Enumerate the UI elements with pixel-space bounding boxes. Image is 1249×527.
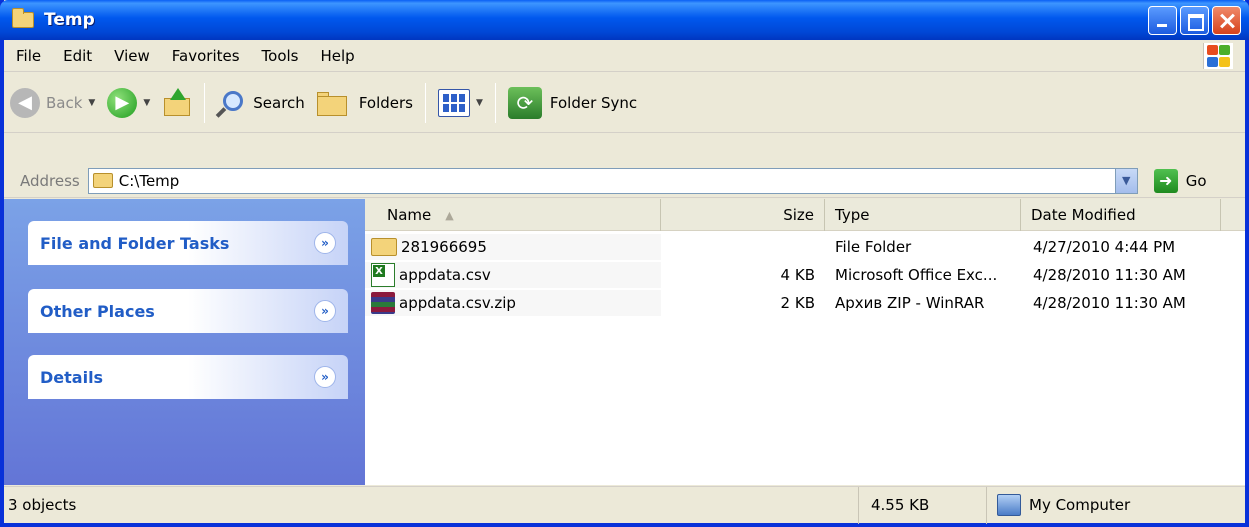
chevron-down-icon[interactable]: ▼ bbox=[143, 98, 150, 108]
file-name: appdata.csv bbox=[399, 266, 491, 284]
file-row[interactable]: appdata.csv 4 KB Microsoft Office Exc...… bbox=[365, 262, 1245, 288]
folder-icon bbox=[371, 238, 397, 256]
window-title: Temp bbox=[44, 10, 95, 30]
address-value: C:\Temp bbox=[118, 171, 180, 190]
menu-bar: File Edit View Favorites Tools Help bbox=[4, 40, 1245, 72]
title-bar[interactable]: Temp bbox=[0, 0, 1249, 40]
back-arrow-icon: ◀ bbox=[10, 87, 40, 118]
file-name: appdata.csv.zip bbox=[399, 294, 516, 312]
toolbar-spacer bbox=[4, 134, 1245, 164]
column-type[interactable]: Type bbox=[825, 199, 1021, 231]
task-title: File and Folder Tasks bbox=[40, 233, 230, 253]
go-arrow-icon: ➜ bbox=[1153, 168, 1178, 193]
menu-file[interactable]: File bbox=[16, 47, 41, 65]
forward-arrow-icon: ▶ bbox=[107, 87, 138, 118]
views-button[interactable]: ▼ bbox=[432, 79, 489, 127]
menu-help[interactable]: Help bbox=[321, 47, 355, 65]
column-name[interactable]: Name ▲ bbox=[365, 199, 661, 231]
task-details[interactable]: Details » bbox=[28, 355, 348, 399]
views-icon bbox=[437, 88, 470, 117]
expand-icon[interactable]: » bbox=[314, 300, 336, 322]
column-type-label: Type bbox=[835, 206, 870, 224]
column-size[interactable]: Size bbox=[661, 199, 825, 231]
status-bar: 3 objects 4.55 KB My Computer bbox=[4, 486, 1245, 524]
my-computer-icon bbox=[997, 494, 1021, 516]
status-size: 4.55 KB bbox=[859, 486, 987, 524]
file-type: File Folder bbox=[835, 238, 912, 256]
file-type: Архив ZIP - WinRAR bbox=[835, 294, 985, 312]
expand-icon[interactable]: » bbox=[314, 366, 336, 388]
file-name: 281966695 bbox=[401, 238, 487, 256]
folder-icon bbox=[12, 8, 34, 28]
file-size: 2 KB bbox=[780, 294, 815, 312]
explorer-window: Temp File Edit View Favorites Tools Help… bbox=[0, 0, 1249, 527]
menu-favorites[interactable]: Favorites bbox=[172, 47, 240, 65]
file-list: Name ▲ Size Type Date Modified 281966695… bbox=[365, 199, 1245, 485]
task-title: Details bbox=[40, 367, 104, 387]
address-dropdown-button[interactable]: ▼ bbox=[1114, 168, 1137, 193]
file-date: 4/28/2010 11:30 AM bbox=[1033, 266, 1186, 284]
menu-view[interactable]: View bbox=[114, 47, 150, 65]
chevron-down-icon: ▼ bbox=[1122, 174, 1131, 187]
chevron-down-icon[interactable]: ▼ bbox=[476, 98, 483, 108]
go-button[interactable]: ➜ Go bbox=[1153, 168, 1207, 193]
close-button[interactable] bbox=[1212, 6, 1241, 35]
winrar-icon bbox=[371, 292, 395, 314]
back-button[interactable]: ◀ Back ▼ bbox=[4, 79, 101, 127]
column-header: Name ▲ Size Type Date Modified bbox=[365, 199, 1245, 231]
maximize-button[interactable] bbox=[1180, 6, 1209, 35]
search-label: Search bbox=[253, 93, 305, 112]
file-date: 4/28/2010 11:30 AM bbox=[1033, 294, 1186, 312]
toolbar-separator bbox=[494, 82, 496, 123]
task-file-folder[interactable]: File and Folder Tasks » bbox=[28, 221, 348, 265]
windows-logo-icon bbox=[1203, 43, 1233, 69]
task-other-places[interactable]: Other Places » bbox=[28, 289, 348, 333]
folder-icon bbox=[92, 173, 113, 188]
column-size-label: Size bbox=[783, 206, 814, 224]
chevron-down-icon[interactable]: ▼ bbox=[88, 98, 95, 108]
go-label: Go bbox=[1185, 171, 1207, 190]
back-label: Back bbox=[46, 93, 83, 112]
file-date: 4/27/2010 4:44 PM bbox=[1033, 238, 1176, 256]
folder-sync-button[interactable]: ⟳ Folder Sync bbox=[502, 79, 643, 127]
sync-icon: ⟳ bbox=[507, 86, 542, 119]
folders-icon bbox=[316, 90, 351, 116]
address-bar: Address C:\Temp ▼ ➜ Go bbox=[4, 164, 1245, 198]
column-name-label: Name bbox=[387, 206, 432, 224]
standard-toolbar: ◀ Back ▼ ▶ ▼ Search Folders ▼ ⟳ Folder S… bbox=[4, 73, 1245, 133]
column-date-label: Date Modified bbox=[1031, 206, 1136, 224]
column-date[interactable]: Date Modified bbox=[1021, 199, 1221, 231]
folder-up-icon bbox=[162, 87, 192, 118]
toolbar-separator bbox=[204, 82, 206, 123]
folders-label: Folders bbox=[358, 93, 413, 112]
file-size: 4 KB bbox=[780, 266, 815, 284]
file-row[interactable]: 281966695 File Folder 4/27/2010 4:44 PM bbox=[365, 234, 1245, 260]
excel-icon bbox=[371, 263, 395, 287]
sort-up-icon: ▲ bbox=[445, 208, 454, 222]
address-field[interactable]: C:\Temp ▼ bbox=[87, 167, 1138, 194]
toolbar-separator bbox=[424, 82, 426, 123]
folder-sync-label: Folder Sync bbox=[549, 93, 638, 112]
task-title: Other Places bbox=[40, 301, 155, 321]
search-button[interactable]: Search bbox=[211, 79, 311, 127]
expand-icon[interactable]: » bbox=[314, 232, 336, 254]
up-button[interactable] bbox=[156, 79, 198, 127]
address-label: Address bbox=[20, 171, 80, 190]
minimize-button[interactable] bbox=[1148, 6, 1177, 35]
folders-button[interactable]: Folders bbox=[311, 79, 419, 127]
status-object-count: 3 objects bbox=[4, 486, 859, 524]
search-icon bbox=[215, 89, 245, 118]
status-location-label: My Computer bbox=[1029, 496, 1131, 514]
status-location: My Computer bbox=[987, 494, 1130, 516]
menu-tools[interactable]: Tools bbox=[262, 47, 299, 65]
task-pane: File and Folder Tasks » Other Places » D… bbox=[4, 199, 365, 485]
file-row[interactable]: appdata.csv.zip 2 KB Архив ZIP - WinRAR … bbox=[365, 290, 1245, 316]
menu-edit[interactable]: Edit bbox=[63, 47, 92, 65]
file-type: Microsoft Office Exc... bbox=[835, 266, 998, 284]
forward-button[interactable]: ▶ ▼ bbox=[101, 79, 156, 127]
